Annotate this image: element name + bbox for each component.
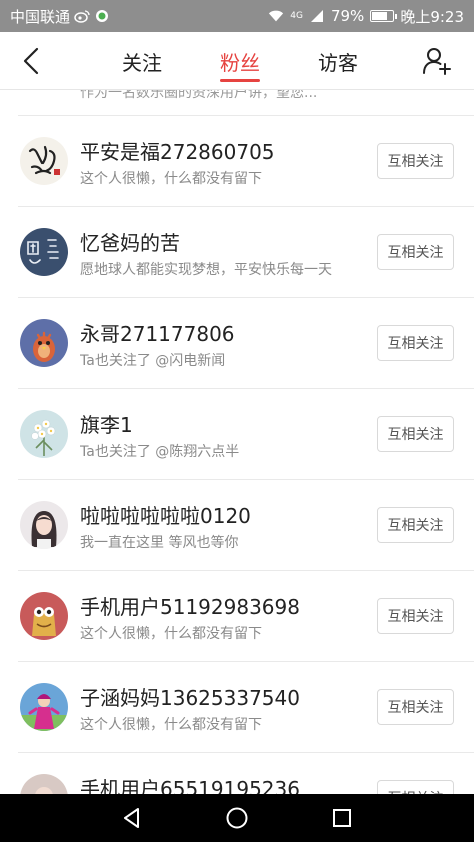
tab-visitors[interactable]: 访客 <box>296 32 380 90</box>
list-item[interactable]: 永哥271177806 Ta也关注了 @闪电新闻 互相关注 <box>0 298 474 389</box>
list-item-partial[interactable]: 作为一名数乐圈的资深用户讲，望您... <box>18 90 474 116</box>
user-name[interactable]: 永哥271177806 <box>80 318 235 347</box>
battery-percent: 79% <box>330 7 365 25</box>
user-desc: 这个人很懒，什么都没有留下 <box>80 171 262 187</box>
nav-back-button[interactable] <box>110 796 154 840</box>
nav-home-button[interactable] <box>215 796 259 840</box>
user-name[interactable]: 忆爸妈的苦 <box>80 227 180 256</box>
girl-avatar-icon[interactable] <box>20 501 68 549</box>
mutual-follow-button[interactable]: 互相关注 <box>377 325 454 361</box>
chevron-left-icon <box>23 47 39 75</box>
circle-home-icon <box>226 807 248 829</box>
mutual-follow-button[interactable]: 互相关注 <box>377 689 454 725</box>
child-avatar-icon[interactable] <box>20 683 68 731</box>
user-name[interactable]: 子涵妈妈13625337540 <box>80 682 300 711</box>
list-item[interactable]: 平安是福272860705 这个人很懒，什么都没有留下 互相关注 <box>0 116 474 207</box>
list-item[interactable]: 手机用户65519195236 互相关注 <box>0 753 474 794</box>
list-item[interactable]: 旗李1 Ta也关注了 @陈翔六点半 互相关注 <box>0 389 474 480</box>
mutual-follow-button[interactable]: 互相关注 <box>377 780 454 794</box>
user-name[interactable]: 旗李1 <box>80 409 133 438</box>
list-item[interactable]: 手机用户51192983698 这个人很懒，什么都没有留下 互相关注 <box>0 571 474 662</box>
mutual-follow-button[interactable]: 互相关注 <box>377 234 454 270</box>
bird-avatar-icon[interactable] <box>20 319 68 367</box>
user-name[interactable]: 手机用户51192983698 <box>80 591 300 620</box>
user-desc: Ta也关注了 @陈翔六点半 <box>80 444 240 460</box>
network-type: 4G <box>290 11 303 21</box>
add-user-icon <box>423 48 451 75</box>
top-header: 关注 粉丝 访客 <box>0 32 474 90</box>
clock: 晚上9:23 <box>400 7 464 26</box>
calligraphy-avatar-icon[interactable] <box>20 137 68 185</box>
carrier-name: 中国联通 <box>10 7 71 26</box>
user-name[interactable]: 平安是福272860705 <box>80 136 275 165</box>
list-item[interactable]: 忆爸妈的苦 愿地球人都能实现梦想，平安快乐每一天 互相关注 <box>0 207 474 298</box>
triangle-back-icon <box>124 808 140 828</box>
mutual-follow-button[interactable]: 互相关注 <box>377 507 454 543</box>
user-desc: 作为一名数乐圈的资深用户讲，望您... <box>80 90 318 101</box>
weibo-icon <box>74 9 90 23</box>
signal-icon <box>309 9 325 23</box>
square-recents-icon <box>332 809 351 827</box>
list-item[interactable]: 子涵妈妈13625337540 这个人很懒，什么都没有留下 互相关注 <box>0 662 474 753</box>
photo-avatar-icon[interactable] <box>20 774 68 794</box>
list-item[interactable]: 啦啦啦啦啦啦0120 我一直在这里 等风也等你 互相关注 <box>0 480 474 571</box>
tab-following[interactable]: 关注 <box>100 32 184 90</box>
calligraphy-blue-avatar-icon[interactable] <box>20 228 68 276</box>
mutual-follow-button[interactable]: 互相关注 <box>377 598 454 634</box>
user-desc: Ta也关注了 @闪电新闻 <box>80 353 226 369</box>
user-name[interactable]: 手机用户65519195236 <box>80 773 300 794</box>
wifi-icon <box>268 9 284 23</box>
tab-bar: 关注 粉丝 访客 <box>100 32 380 90</box>
user-desc: 我一直在这里 等风也等你 <box>80 535 239 551</box>
status-bar: 中国联通 4G 79% 晚上9:23 <box>0 0 474 32</box>
user-desc: 这个人很懒，什么都没有留下 <box>80 626 262 642</box>
battery-icon <box>370 10 398 22</box>
fans-list[interactable]: 作为一名数乐圈的资深用户讲，望您... 平安是福272860705 这个人很懒，… <box>0 90 474 794</box>
mutual-follow-button[interactable]: 互相关注 <box>377 416 454 452</box>
add-friend-button[interactable] <box>420 44 454 78</box>
wechat-icon <box>94 9 110 23</box>
user-desc: 愿地球人都能实现梦想，平安快乐每一天 <box>80 262 332 278</box>
flower-avatar-icon[interactable] <box>20 410 68 458</box>
user-name[interactable]: 啦啦啦啦啦啦0120 <box>80 500 251 529</box>
user-desc: 这个人很懒，什么都没有留下 <box>80 717 262 733</box>
cartoon-avatar-icon[interactable] <box>20 592 68 640</box>
back-button[interactable] <box>14 44 48 78</box>
system-nav-bar <box>0 794 474 842</box>
tab-fans[interactable]: 粉丝 <box>198 32 282 90</box>
nav-recents-button[interactable] <box>320 796 364 840</box>
mutual-follow-button[interactable]: 互相关注 <box>377 143 454 179</box>
